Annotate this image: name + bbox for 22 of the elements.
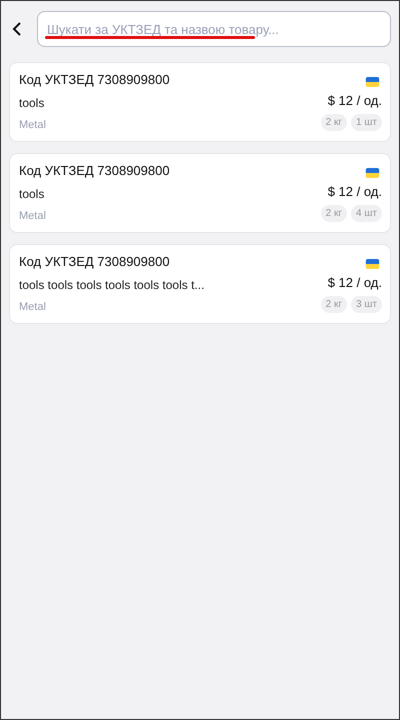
quantity-tag: 1 шт — [351, 114, 382, 131]
quantity-tag: 3 шт — [351, 296, 382, 313]
product-name: tools — [19, 187, 46, 201]
product-code: Код УКТЗЕД 7308909800 — [19, 163, 170, 178]
flag-icon — [363, 77, 382, 87]
material-label: Metal — [19, 119, 47, 131]
product-name: tools — [19, 96, 46, 110]
weight-tag: 2 кг — [320, 114, 348, 131]
product-name: tools tools tools tools tools tools t... — [19, 278, 204, 292]
weight-tag: 2 кг — [320, 296, 348, 313]
material-label: Metal — [19, 210, 47, 222]
material-label: Metal — [19, 301, 47, 313]
flag-icon — [363, 259, 382, 269]
product-code: Код УКТЗЕД 7308909800 — [19, 254, 171, 269]
product-code: Код УКТЗЕД 7308909800 — [19, 72, 170, 87]
weight-tag: 2 кг — [320, 205, 348, 222]
flag-icon — [363, 168, 382, 178]
search-field[interactable]: Шукати за УКТЗЕД та назвою товару... — [37, 11, 391, 47]
price: $ 12 / од. — [328, 184, 382, 199]
quantity-tag: 4 шт — [351, 205, 382, 222]
price: $ 12 / од. — [328, 275, 382, 290]
price: $ 12 / од. — [328, 93, 382, 108]
